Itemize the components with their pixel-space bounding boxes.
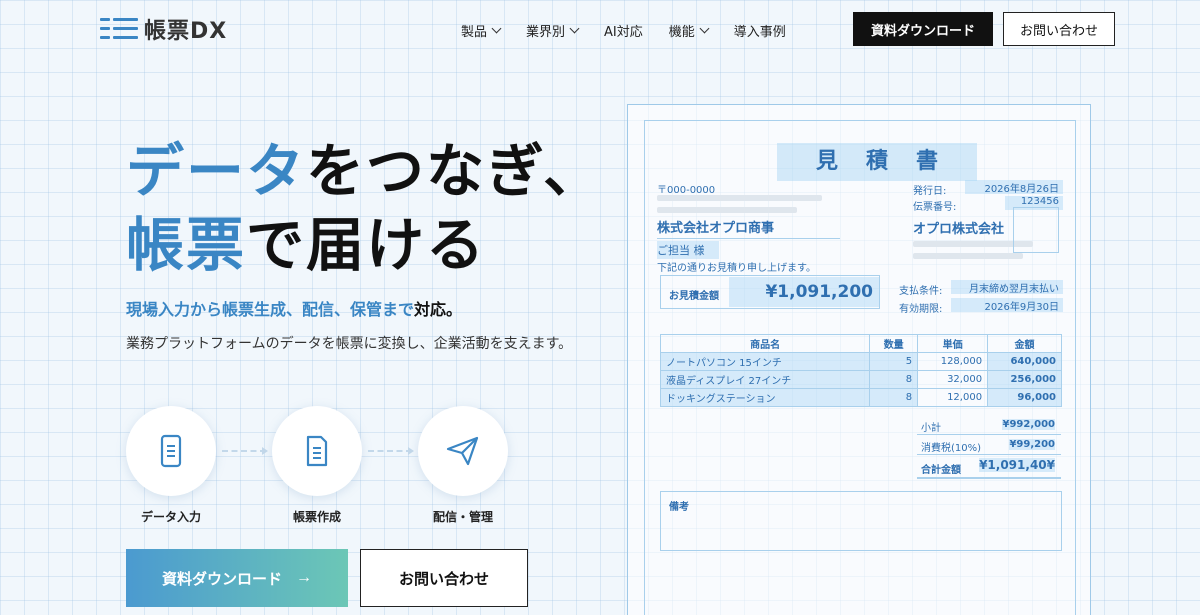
issuer-name: オプロ株式会社 <box>913 222 1005 237</box>
chevron-down-icon <box>569 23 580 34</box>
estimate-intro: 下記の通りお見積り申し上げます。 <box>657 263 816 274</box>
column-header: 単価 <box>917 334 989 353</box>
hero-title-text: で届ける <box>246 211 487 279</box>
item-amount: 256,000 <box>987 370 1062 389</box>
item-amount: 640,000 <box>987 352 1062 371</box>
item-name: ドッキングステーション <box>659 388 871 407</box>
document-icon <box>306 435 328 467</box>
issuer-address-placeholder <box>913 253 1023 259</box>
subhead-accent: 現場入力から帳票生成、配信、保管まで <box>126 300 415 319</box>
subtotal-row: 小計 ¥992,000 <box>917 415 1061 435</box>
flow-connector <box>222 447 268 455</box>
flow-label: 配信・管理 <box>432 510 493 524</box>
table-header-row: 商品名 数量 単価 金額 <box>659 334 1062 353</box>
remarks-box: 備考 <box>660 491 1062 551</box>
site-header: 帳票DX 製品 業界別 AI対応 機能 導入事例 資料ダウンロード お問い合わせ <box>0 0 1200 60</box>
header-contact-button[interactable]: お問い合わせ <box>1003 12 1115 46</box>
nav-label: 導入事例 <box>733 25 786 40</box>
flow-step-create <box>272 406 362 496</box>
logo-icon <box>100 16 138 42</box>
header-download-button[interactable]: 資料ダウンロード <box>853 12 993 46</box>
flow-connector <box>368 447 414 455</box>
grand-total-row: 合計金額 ¥1,091,40¥ <box>917 455 1061 479</box>
tax-row: 消費税(10%) ¥99,200 <box>917 435 1061 455</box>
item-amount: 96,000 <box>987 388 1062 407</box>
chevron-down-icon <box>491 23 502 34</box>
send-icon <box>446 436 479 466</box>
tax-label: 消費税(10%) <box>921 443 982 454</box>
remarks-label: 備考 <box>669 502 689 513</box>
column-header: 金額 <box>987 334 1062 353</box>
grand-total-label: 合計金額 <box>921 465 961 476</box>
estimate-document: 見積書 〒000-0000 発行日: 2026年8月26日 伝票番号: 1234… <box>627 104 1091 615</box>
nav-label: AI対応 <box>604 25 643 40</box>
nav-item-industries[interactable]: 業界別 <box>526 21 580 40</box>
grand-total-value: ¥1,091,40¥ <box>979 458 1055 472</box>
seal-box <box>1013 207 1059 253</box>
customer-contact: ご担当 様 <box>657 241 719 259</box>
table-row: ノートパソコン 15インチ 5 128,000 640,000 <box>659 352 1062 371</box>
slip-number-label: 伝票番号: <box>913 202 957 213</box>
table-row: ドッキングステーション 8 12,000 96,000 <box>659 388 1062 407</box>
hero-description: 業務プラットフォームのデータを帳票に変換し、企業活動を支えます。 <box>126 336 573 352</box>
address-placeholder <box>657 195 822 201</box>
estimate-total-box: お見積金額 ¥1,091,200 <box>660 275 880 309</box>
line-items-table: 商品名 数量 単価 金額 ノートパソコン 15インチ 5 128,000 640… <box>659 334 1062 407</box>
expiry-label: 有効期限: <box>899 304 943 315</box>
item-name: 液晶ディスプレイ 27インチ <box>659 370 871 389</box>
nav-item-features[interactable]: 機能 <box>668 21 710 40</box>
item-unit-price: 128,000 <box>917 352 989 371</box>
tax-value: ¥99,200 <box>1009 439 1055 450</box>
issue-date-label: 発行日: <box>913 186 947 197</box>
button-label: 資料ダウンロード <box>161 570 282 588</box>
item-quantity: 5 <box>869 352 919 371</box>
item-unit-price: 32,000 <box>917 370 989 389</box>
item-unit-price: 12,000 <box>917 388 989 407</box>
customer-name: 株式会社オプロ商事 <box>657 217 840 239</box>
nav-item-ai[interactable]: AI対応 <box>604 21 643 40</box>
nav-label: 製品 <box>461 25 488 40</box>
hero-title-text: をつなぎ、 <box>306 137 604 205</box>
payment-terms-label: 支払条件: <box>899 286 943 297</box>
phone-icon <box>160 434 182 468</box>
payment-terms-value: 月末締め翌月末払い <box>951 280 1063 295</box>
item-quantity: 8 <box>869 388 919 407</box>
main-nav: 製品 業界別 AI対応 機能 導入事例 <box>461 21 812 40</box>
hero-download-button[interactable]: 資料ダウンロード → <box>126 549 348 607</box>
item-name: ノートパソコン 15インチ <box>659 352 871 371</box>
column-header: 商品名 <box>659 334 871 353</box>
nav-label: 業界別 <box>526 25 566 40</box>
subtotal-label: 小計 <box>921 423 941 434</box>
total-label: お見積金額 <box>669 291 719 302</box>
subtotal-value: ¥992,000 <box>1002 419 1055 430</box>
flow-label: 帳票作成 <box>292 510 341 524</box>
flow-step-input <box>126 406 216 496</box>
nav-label: 機能 <box>668 25 695 40</box>
nav-item-case-studies[interactable]: 導入事例 <box>734 21 786 40</box>
hero-title-accent: データ <box>126 137 307 205</box>
document-title: 見積書 <box>777 143 977 181</box>
column-header: 数量 <box>869 334 919 353</box>
table-row: 液晶ディスプレイ 27インチ 8 32,000 256,000 <box>659 370 1062 389</box>
logo[interactable]: 帳票DX <box>100 14 227 44</box>
hero-title-line1: データをつなぎ、 <box>126 136 603 206</box>
address-placeholder <box>657 207 797 213</box>
nav-item-products[interactable]: 製品 <box>461 21 502 40</box>
hero-title-line2: 帳票で届ける <box>126 210 486 280</box>
flow-label: データ入力 <box>140 510 201 524</box>
hero-subhead: 現場入力から帳票生成、配信、保管まで対応。 <box>126 296 462 320</box>
expiry-value: 2026年9月30日 <box>951 298 1063 313</box>
postal-code: 〒000-0000 <box>657 185 716 196</box>
chevron-down-icon <box>699 23 710 34</box>
item-quantity: 8 <box>869 370 919 389</box>
hero-contact-button[interactable]: お問い合わせ <box>360 549 528 607</box>
total-value: ¥1,091,200 <box>729 277 879 307</box>
flow-step-deliver <box>418 406 508 496</box>
issue-date-value: 2026年8月26日 <box>965 180 1063 195</box>
logo-text: 帳票DX <box>144 19 228 44</box>
arrow-right-icon: → <box>296 569 312 586</box>
hero-title-accent: 帳票 <box>126 211 247 279</box>
document-frame: 見積書 〒000-0000 発行日: 2026年8月26日 伝票番号: 1234… <box>644 120 1076 615</box>
subhead-text: 対応。 <box>414 300 463 319</box>
